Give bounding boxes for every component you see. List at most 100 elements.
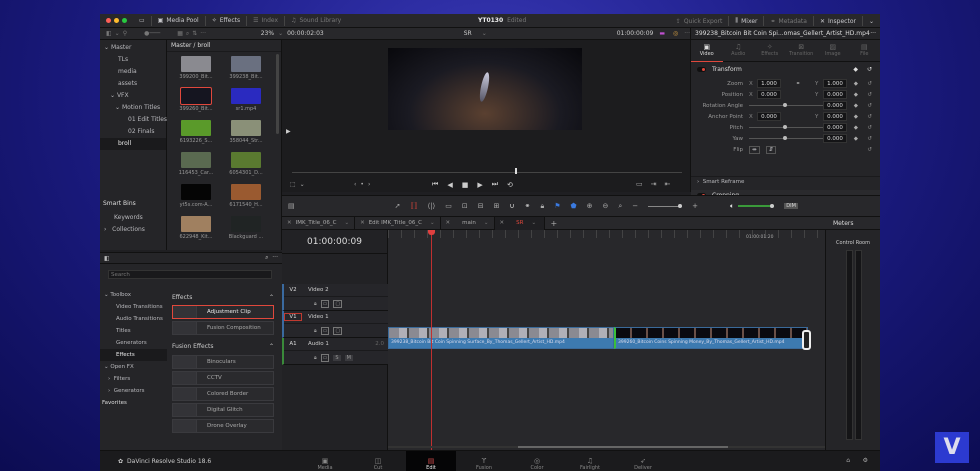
timeline-clip-1[interactable]: 399238_Bitcoin Bit Coin Spinning Surface… [388, 327, 614, 349]
inspector-tab-transition[interactable]: ⊠ Transition [786, 40, 818, 62]
auto-select-icon[interactable]: ▭ [320, 326, 330, 335]
position-x-field[interactable]: 0.000 [757, 90, 781, 99]
bin-01-edit-titles[interactable]: 01 Edit Titles [100, 114, 167, 126]
expand-icon[interactable]: ⌄ [869, 18, 874, 25]
smart-bin-collections[interactable]: › Collections [104, 224, 145, 236]
anchor-x-field[interactable]: 0.000 [757, 112, 781, 121]
keyframe-icon[interactable]: ◆ [854, 125, 858, 131]
blade-tool-icon[interactable]: ▭ [445, 202, 452, 210]
lock-icon[interactable]: 🔒︎ [314, 355, 317, 361]
bin-tls[interactable]: TLs [100, 54, 166, 66]
settings-icon[interactable]: ⚙ [863, 457, 868, 464]
media-clip[interactable]: yt5s.com-A... [173, 184, 219, 208]
media-clip[interactable]: 622948_Kit... [173, 216, 219, 240]
link-icon[interactable]: ⚲ [123, 30, 127, 37]
lock-icon[interactable]: 🔒︎ [314, 301, 317, 307]
inspector-tab-file[interactable]: ▤ File [849, 40, 881, 62]
track-name[interactable]: Video 2 [308, 287, 329, 293]
dynamic-trim-icon[interactable]: ⟨|⟩ [427, 202, 435, 210]
stop-icon[interactable]: ■ [462, 181, 469, 189]
home-icon[interactable]: ⌂ [846, 457, 850, 464]
mixer-button[interactable]: Mixer [741, 18, 757, 25]
timeline-tab[interactable]: ✕ SR ⌄ [494, 216, 545, 230]
track-visibility-icon[interactable]: ▢ [333, 299, 343, 308]
bin-02-finals[interactable]: 02 Finals [100, 126, 166, 138]
grid-view-icon[interactable]: ▦ [177, 30, 183, 37]
effect-item[interactable]: Fusion Composition [172, 321, 274, 335]
auto-select-icon[interactable]: ▭ [320, 353, 330, 362]
effects-tree-item[interactable]: Generators [100, 337, 167, 349]
media-clip[interactable]: 399238_Bit... [223, 56, 269, 80]
track-name[interactable]: Video 1 [308, 314, 329, 320]
reset-icon[interactable]: ↺ [867, 66, 872, 73]
keyframe-icon[interactable]: ◆ [854, 103, 858, 109]
loop-icon[interactable]: ⟲ [507, 181, 513, 189]
zoom-in-icon[interactable]: + [692, 202, 698, 210]
zoom-custom-icon[interactable]: ⌕ [618, 202, 622, 211]
sort-icon[interactable]: ⇅ [192, 30, 197, 37]
timeline-view-options-icon[interactable]: ▤ [288, 202, 295, 210]
effects-tree-item[interactable]: ⌄ Toolbox [100, 289, 167, 301]
page-edit[interactable]: ▤ Edit [406, 450, 456, 471]
replace-clip-icon[interactable]: ⊞ [494, 202, 500, 210]
media-clip[interactable]: 116453_Car... [173, 152, 219, 176]
smart-reframe-section[interactable]: › Smart Reframe [691, 176, 880, 187]
zoom-detail-icon[interactable]: ⊖ [603, 202, 609, 210]
flag-icon[interactable]: ⚑ [554, 202, 560, 210]
reset-icon[interactable]: ↺ [867, 114, 872, 120]
page-color[interactable]: ◎ Color [512, 451, 562, 471]
keyframe-icon[interactable]: ◆ [853, 66, 858, 73]
page-deliver[interactable]: ➶ Deliver [618, 451, 668, 471]
monitor-icon[interactable]: ▭ [139, 17, 145, 24]
pitch-slider[interactable] [749, 125, 823, 129]
auto-select-icon[interactable]: ▭ [320, 299, 330, 308]
keyframe-icon[interactable]: ◆ [854, 136, 858, 142]
media-clip[interactable]: 6171540_H... [223, 184, 269, 208]
sound-library-button[interactable]: Sound Library [299, 17, 341, 24]
volume-slider[interactable] [738, 204, 775, 208]
track-name[interactable]: Audio 1 [308, 341, 329, 347]
bin-motion-titles[interactable]: ⌄ Motion Titles [100, 102, 166, 114]
track-id[interactable]: A1 [284, 341, 302, 347]
track-id[interactable]: V1 [284, 313, 302, 321]
playhead[interactable] [431, 230, 432, 450]
mute-button[interactable]: M [344, 354, 353, 361]
keyframe-icon[interactable]: ◆ [854, 92, 858, 98]
inspector-tab-image[interactable]: ▨ Image [817, 40, 849, 62]
media-clip[interactable]: 358044_Str... [223, 120, 269, 144]
solo-button[interactable]: S [333, 354, 341, 361]
effects-tree-item[interactable]: ⌄ Open FX [100, 361, 167, 373]
yaw-field[interactable]: 0.000 [823, 134, 847, 143]
timeline-zoom-slider[interactable] [648, 203, 683, 208]
search-icon[interactable]: ⌕ [186, 30, 189, 38]
play-icon[interactable]: ▶ [477, 181, 482, 189]
play-reverse-icon[interactable]: ◀ [447, 181, 452, 189]
page-fairlight[interactable]: ♫ Fairlight [565, 451, 615, 471]
lock-icon[interactable]: 🔒︎ [314, 328, 317, 334]
media-clip[interactable]: Blackguard ... [223, 216, 269, 240]
reset-icon[interactable]: ↺ [867, 92, 872, 98]
smart-bin-keywords[interactable]: Keywords [114, 212, 143, 224]
media-clip[interactable]: 399260_Bit... [173, 87, 219, 112]
close-window-button[interactable] [106, 18, 111, 23]
effects-panel-toggle-icon[interactable]: ◧ [104, 255, 110, 262]
timeline-selector[interactable]: SR [464, 30, 472, 37]
zoom-x-field[interactable]: 1.000 [757, 79, 781, 88]
zoom-out-icon[interactable]: − [632, 202, 638, 210]
trim-tool-icon[interactable]: ⟦⟧ [411, 202, 418, 210]
insert-clip-icon[interactable]: ⊡ [462, 202, 468, 210]
mark-out-icon[interactable]: ⇤ [665, 180, 671, 188]
effects-search-input[interactable] [108, 270, 272, 279]
dim-button[interactable]: DIM [784, 203, 798, 209]
viewer-scrubber[interactable] [292, 172, 682, 173]
more-icon[interactable]: ··· [200, 30, 206, 37]
flip-horizontal-icon[interactable]: ⇹ [749, 145, 760, 154]
effects-tree-item[interactable]: Video Transitions [100, 301, 167, 313]
media-clip[interactable]: 6193226_S... [173, 120, 219, 144]
thumbnail-size-slider[interactable]: ●─── [144, 30, 160, 37]
effects-tree-item[interactable]: › Filters [100, 373, 167, 385]
track-id[interactable]: V2 [284, 287, 302, 293]
effects-tree-item[interactable]: Effects [100, 349, 167, 361]
effects-tree-item[interactable]: Titles [100, 325, 167, 337]
position-y-field[interactable]: 0.000 [823, 90, 847, 99]
